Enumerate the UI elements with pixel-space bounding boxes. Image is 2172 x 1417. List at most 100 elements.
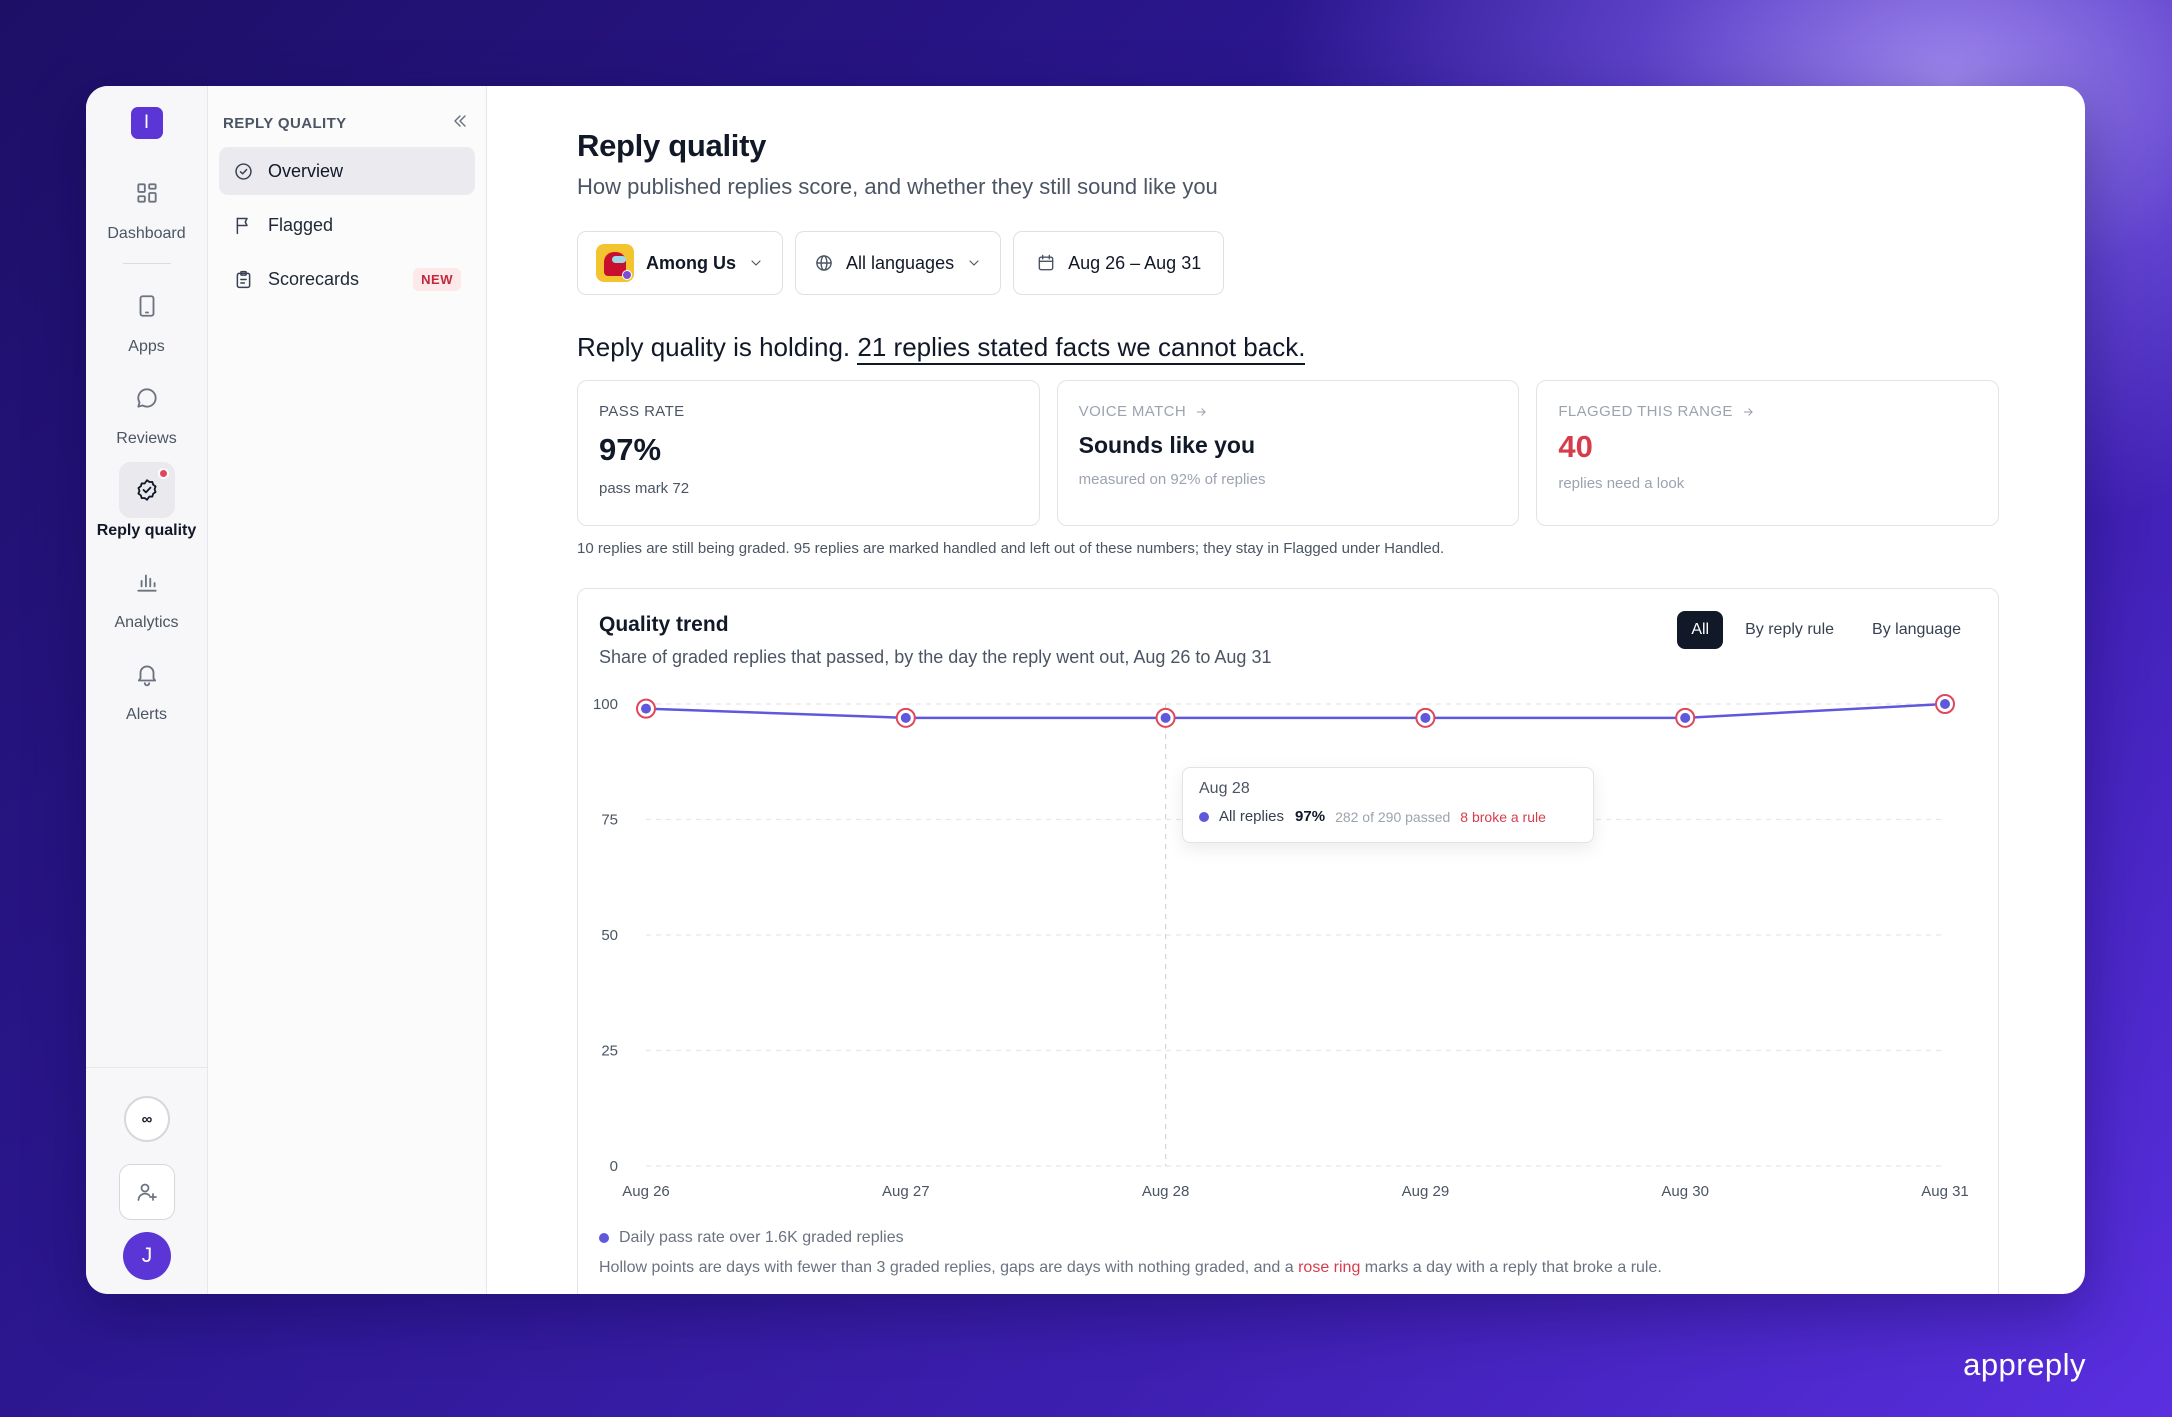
infinity-button[interactable]: ∞ (124, 1096, 170, 1142)
brand-logo: appreply (1963, 1347, 2086, 1382)
nav-item-scorecards[interactable]: Scorecards NEW (219, 255, 475, 303)
footnote-text: Hollow points are days with fewer than 3… (599, 1259, 1294, 1276)
chart-footnote: Hollow points are days with fewer than 3… (599, 1259, 1662, 1277)
flagged-count: 40 (1558, 429, 1593, 464)
x-tick-label: Aug 27 (882, 1183, 930, 1200)
invite-user-button[interactable] (119, 1164, 175, 1220)
user-plus-icon (137, 1183, 157, 1201)
rail-label: Alerts (126, 706, 167, 723)
headline-link[interactable]: 21 replies stated facts we cannot back. (857, 332, 1306, 365)
segment-by-language[interactable]: By language (1856, 611, 1977, 649)
tooltip-detail: 282 of 290 passed (1335, 808, 1451, 825)
flagged-card[interactable]: FLAGGED THIS RANGE 40 replies need a loo… (1536, 380, 2000, 526)
new-badge: NEW (413, 267, 461, 291)
legend-dot (599, 1233, 609, 1243)
rail-item-dashboard[interactable]: Dashboard (86, 165, 208, 243)
data-point (900, 712, 911, 723)
pass-rate-card: PASS RATE 97% pass mark 72 (577, 380, 1040, 526)
y-tick-label: 100 (593, 696, 618, 713)
section-title: REPLY QUALITY (223, 114, 347, 132)
workspace-logo[interactable]: I (130, 107, 163, 139)
headline-text: Reply quality is holding. (577, 332, 851, 362)
chevron-down-icon (969, 260, 979, 266)
y-tick-label: 50 (601, 927, 618, 944)
chart-subtitle: Share of graded replies that passed, by … (599, 647, 1272, 667)
globe-icon (816, 255, 832, 271)
language-filter[interactable]: All languages (795, 231, 1002, 295)
x-tick-label: Aug 28 (1142, 1183, 1190, 1200)
rail-item-alerts[interactable]: Alerts (86, 646, 208, 724)
footnote-text-end: marks a day with a reply that broke a ru… (1364, 1259, 1662, 1276)
segment-by-reply-rule[interactable]: By reply rule (1729, 611, 1850, 649)
date-range-filter[interactable]: Aug 26 – Aug 31 (1013, 231, 1225, 295)
y-tick-label: 25 (601, 1043, 618, 1060)
tooltip-value: 97% (1295, 808, 1326, 825)
bell-icon (119, 646, 175, 702)
metric-cards: PASS RATE 97% pass mark 72 VOICE MATCH S… (577, 380, 2000, 526)
rail-item-reply-quality[interactable]: Reply quality (86, 462, 208, 540)
collapse-sidebar-button[interactable] (450, 111, 470, 136)
voice-match-card[interactable]: VOICE MATCH Sounds like you measured on … (1056, 380, 1520, 526)
app-filter-label: Among Us (646, 252, 736, 273)
flag-icon (236, 217, 248, 234)
card-label: VOICE MATCH (1079, 403, 1498, 420)
rail-item-analytics[interactable]: Analytics (86, 554, 208, 632)
rail-label: Analytics (114, 614, 179, 631)
data-point (1160, 712, 1171, 723)
x-tick-label: Aug 29 (1402, 1183, 1450, 1200)
footnote-rose-ring: rose ring (1298, 1259, 1361, 1276)
rail-label: Reviews (116, 430, 177, 447)
segment-all[interactable]: All (1677, 611, 1724, 649)
calendar-icon (1038, 254, 1054, 271)
x-tick-label: Aug 30 (1661, 1183, 1709, 1200)
chevron-down-icon (751, 260, 761, 266)
bar-chart-icon (119, 554, 175, 610)
chat-icon (119, 370, 175, 426)
page-title: Reply quality (577, 128, 767, 163)
main-content: Reply quality How published replies scor… (487, 86, 2085, 1294)
rail-label: Apps (128, 338, 165, 355)
notification-dot (157, 468, 169, 479)
y-tick-label: 75 (601, 812, 618, 829)
voice-match-note: measured on 92% of replies (1078, 471, 1266, 488)
card-label: FLAGGED THIS RANGE (1558, 403, 1977, 420)
badge-check-icon (118, 462, 175, 518)
chart-legend: Daily pass rate over 1.6K graded replies (599, 1229, 904, 1247)
x-tick-label: Aug 26 (622, 1183, 670, 1200)
nav-item-flagged[interactable]: Flagged (219, 201, 475, 249)
rail-label: Dashboard (107, 225, 186, 242)
series-line (645, 702, 1946, 720)
rail-item-reviews[interactable]: Reviews (86, 370, 208, 448)
card-label-text: VOICE MATCH (1078, 403, 1187, 420)
pass-mark-note: pass mark 72 (599, 480, 690, 497)
series-dot (1199, 811, 1209, 822)
data-point (1680, 712, 1691, 723)
grading-note: 10 replies are still being graded. 95 re… (577, 540, 1445, 557)
rail-bottom: ∞ J (86, 1067, 208, 1294)
page-subtitle: How published replies score, and whether… (577, 174, 1218, 199)
nav-label: Scorecards (268, 268, 360, 289)
clipboard-icon (236, 270, 251, 288)
app-window: I Dashboard Apps Reviews Reply quality A… (86, 86, 2085, 1294)
language-filter-label: All languages (846, 252, 955, 273)
chart-tooltip: Aug 28 All replies 97% 282 of 290 passed… (1182, 767, 1594, 843)
nav-item-overview[interactable]: Overview (219, 147, 475, 195)
quality-trend-card: Quality trend Share of graded replies th… (577, 588, 1999, 1294)
rail-item-apps[interactable]: Apps (86, 278, 208, 356)
quality-headline: Reply quality is holding. 21 replies sta… (577, 332, 2085, 365)
data-point (1940, 699, 1950, 709)
app-filter[interactable]: Among Us (577, 231, 783, 295)
phone-icon (119, 278, 175, 334)
filter-bar: Among Us All languages Aug 26 – Aug 31 (577, 231, 2085, 295)
date-range-label: Aug 26 – Aug 31 (1068, 252, 1202, 273)
flagged-note: replies need a look (1558, 475, 1685, 492)
card-label: PASS RATE (599, 403, 685, 420)
nav-label: Flagged (268, 214, 334, 235)
avatar[interactable]: J (123, 1232, 171, 1280)
dashboard-icon (119, 165, 175, 221)
icon-rail: I Dashboard Apps Reviews Reply quality A… (86, 86, 208, 1294)
double-chevron-left-icon (454, 114, 466, 127)
arrow-right-icon (1743, 407, 1753, 416)
data-point (641, 703, 651, 714)
x-tick-label: Aug 31 (1921, 1183, 1969, 1200)
